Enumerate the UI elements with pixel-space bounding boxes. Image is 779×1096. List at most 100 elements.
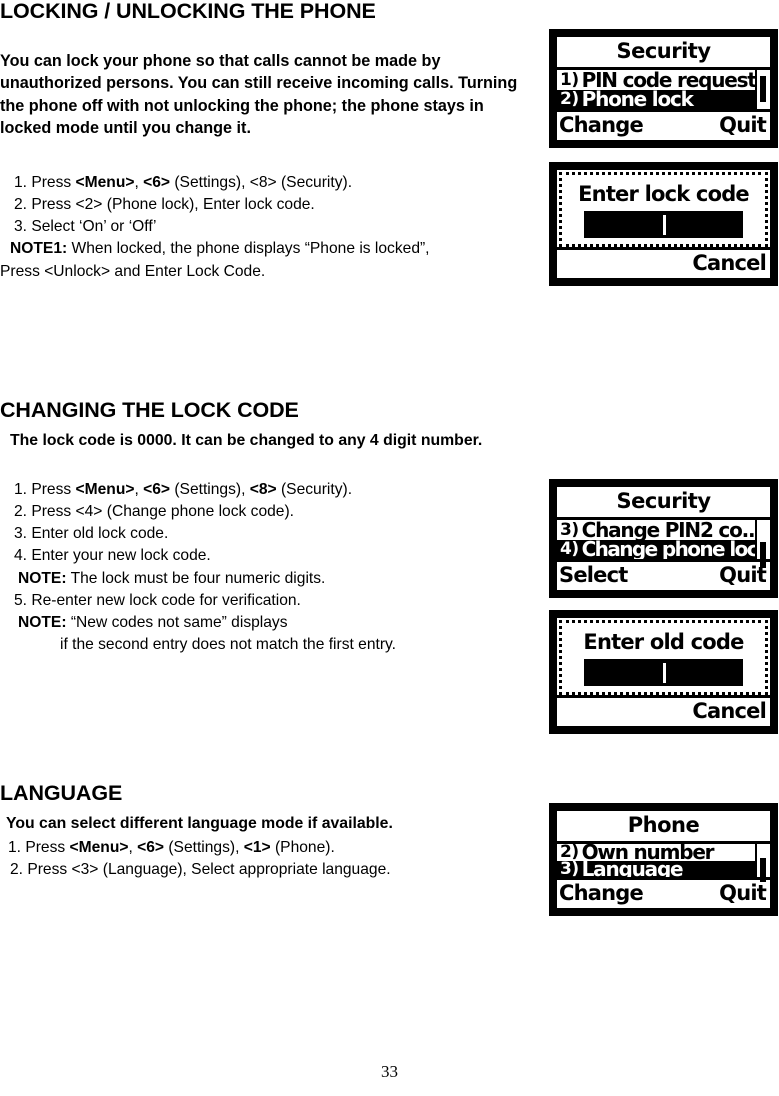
scrollbar[interactable] <box>757 70 770 109</box>
lcd-entry-dialog: Enter lock code <box>559 172 768 247</box>
emphasis-text: NOTE: <box>18 569 67 587</box>
softkey-bar: Select Quit <box>557 562 770 590</box>
note-item: NOTE: “New codes not same” displays <box>0 612 545 634</box>
step-item: 4. Enter your new lock code. <box>0 545 545 567</box>
softkey-left-change[interactable]: Change <box>559 113 644 137</box>
steps-list-language: 1. Press <Menu>, <6> (Settings), <1> (Ph… <box>0 837 545 881</box>
phone-screen-phone-language: Phone 2) Own number 3) Language Change Q… <box>549 803 778 916</box>
section-changing-lock-code: CHANGING THE LOCK CODE <box>0 399 545 422</box>
softkey-right-quit[interactable]: Quit <box>719 113 767 137</box>
lcd-title: Security <box>557 37 770 70</box>
menu-item-number: 3) <box>560 860 579 878</box>
plain-text: 4. Enter your new lock code. <box>14 547 211 565</box>
emphasis-text: <6> <box>143 174 171 191</box>
plain-text: 3. Select ‘On’ or ‘Off’ <box>14 218 157 236</box>
step-text: 2. Press <3> (Language), Select appropri… <box>10 861 391 878</box>
old-code-input[interactable] <box>584 659 743 686</box>
step-item: 3. Enter old lock code. <box>0 523 545 545</box>
plain-text: 1. Press <box>14 481 76 498</box>
emphasis-text: <Menu> <box>75 174 135 191</box>
plain-text: 5. Re-enter new lock code for verificati… <box>14 591 301 609</box>
note-item-continued: if the second entry does not match the f… <box>0 634 545 656</box>
menu-item-selected[interactable]: 3) Language <box>557 860 755 878</box>
phone-screen-security-phone-lock: Security 1) PIN code request 2) Phone lo… <box>549 29 778 148</box>
plain-text: “New codes not same” displays <box>66 613 288 631</box>
plain-text: (Settings), <8> (Security). <box>170 174 353 191</box>
lcd-inner: Phone 2) Own number 3) Language Change Q… <box>557 811 770 908</box>
menu-item-label: Change PIN2 co... <box>581 520 755 540</box>
scrollbar[interactable] <box>757 844 770 882</box>
softkey-right-quit[interactable]: Quit <box>719 881 767 905</box>
menu-item-number: 3) <box>560 520 579 540</box>
section-language-steps: 1. Press <Menu>, <6> (Settings), <1> (Ph… <box>0 837 545 881</box>
plain-text: , <box>134 174 144 191</box>
section-locking-intro: You can lock your phone so that calls ca… <box>0 50 537 140</box>
softkey-right-cancel[interactable]: Cancel <box>692 699 766 723</box>
step-text: 3. Enter old lock code. <box>14 525 168 542</box>
softkey-left-select[interactable]: Select <box>559 563 628 587</box>
menu-item-selected[interactable]: 4) Change phone lock <box>557 539 755 560</box>
plain-text: 2. Press <4> (Change phone lock code). <box>14 503 294 521</box>
step-item: 3. Select ‘On’ or ‘Off’ <box>0 216 545 238</box>
step-text: 1. Press <Menu>, <6> (Settings), <8> (Se… <box>14 481 352 498</box>
softkey-bar: Cancel <box>557 247 770 278</box>
step-text: 4. Enter your new lock code. <box>14 547 211 564</box>
plain-text: 1. Press <box>14 174 76 191</box>
menu-item-number: 4) <box>560 539 579 560</box>
step-item: 2. Press <3> (Language), Select appropri… <box>0 859 545 881</box>
section-changing-steps: 1. Press <Menu>, <6> (Settings), <8> (Se… <box>0 479 545 656</box>
menu-item[interactable]: 2) Own number <box>557 844 755 861</box>
lcd-inner: Security 3) Change PIN2 co... 4) Change … <box>557 487 770 590</box>
step-item: 1. Press <Menu>, <6> (Settings), <8> (Se… <box>0 172 545 194</box>
emphasis-text: NOTE1: <box>10 240 68 258</box>
subtitle-changing: The lock code is 0000. It can be changed… <box>10 432 483 449</box>
section-heading-language: LANGUAGE <box>0 781 123 805</box>
menu-item-label: PIN code request <box>581 70 755 90</box>
menu-item[interactable]: 1) PIN code request <box>557 70 755 90</box>
softkey-right-quit[interactable]: Quit <box>719 563 767 587</box>
phone-screen-enter-lock-code: Enter lock code Cancel <box>549 162 778 286</box>
note-text: NOTE1: When locked, the phone displays “… <box>10 240 430 257</box>
note-item: NOTE1: When locked, the phone displays “… <box>0 238 545 260</box>
menu-item-number: 2) <box>560 89 579 110</box>
page-number: 33 <box>381 1062 398 1081</box>
plain-text: (Settings), <box>164 839 244 856</box>
note-text: NOTE: “New codes not same” displays <box>18 614 288 631</box>
plain-text: 3. Enter old lock code. <box>14 525 169 543</box>
scrollbar-thumb[interactable] <box>760 542 766 568</box>
softkey-right-cancel[interactable]: Cancel <box>692 251 766 275</box>
menu-item[interactable]: 3) Change PIN2 co... <box>557 520 755 540</box>
menu-item-selected[interactable]: 2) Phone lock <box>557 89 755 110</box>
menu-item-label: Own number <box>581 844 715 861</box>
scrollbar-thumb[interactable] <box>760 858 766 882</box>
emphasis-text: NOTE: <box>18 613 67 631</box>
scrollbar-thumb[interactable] <box>760 76 766 102</box>
plain-text: (Settings), <box>170 481 250 498</box>
lcd-menu-rows: 1) PIN code request 2) Phone lock <box>557 70 757 109</box>
lcd-menu-list: 2) Own number 3) Language <box>557 844 770 882</box>
step-text: 2. Press <2> (Phone lock), Enter lock co… <box>14 196 315 213</box>
lcd-menu-rows: 3) Change PIN2 co... 4) Change phone loc… <box>557 520 757 559</box>
softkey-bar: Change Quit <box>557 112 770 140</box>
note-item: NOTE: The lock must be four numeric digi… <box>0 568 545 590</box>
menu-item-number: 2) <box>560 844 579 861</box>
plain-text: The lock must be four numeric digits. <box>66 569 326 587</box>
plain-text: , <box>128 839 138 856</box>
intro-paragraph-locking: You can lock your phone so that calls ca… <box>0 52 518 138</box>
plain-text: (Phone). <box>270 839 335 856</box>
plain-text: 2. Press <2> (Phone lock), Enter lock co… <box>14 196 315 214</box>
emphasis-text: <8> <box>249 481 277 498</box>
section-language-subtitle: You can select different language mode i… <box>0 813 545 835</box>
step-item: 5. Re-enter new lock code for verificati… <box>0 590 545 612</box>
plain-text: if the second entry does not match the f… <box>60 635 397 653</box>
step-item: 2. Press <2> (Phone lock), Enter lock co… <box>0 194 545 216</box>
emphasis-text: <Menu> <box>69 839 129 856</box>
scrollbar[interactable] <box>757 520 770 568</box>
section-locking-steps: 1. Press <Menu>, <6> (Settings), <8> (Se… <box>0 172 545 283</box>
step-item: 1. Press <Menu>, <6> (Settings), <8> (Se… <box>0 479 545 501</box>
phone-screen-security-change-lock-code: Security 3) Change PIN2 co... 4) Change … <box>549 479 778 598</box>
lock-code-input[interactable] <box>584 211 743 238</box>
step-text: 1. Press <Menu>, <6> (Settings), <1> (Ph… <box>8 839 335 856</box>
softkey-left-change[interactable]: Change <box>559 881 644 905</box>
emphasis-text: <6> <box>137 839 165 856</box>
